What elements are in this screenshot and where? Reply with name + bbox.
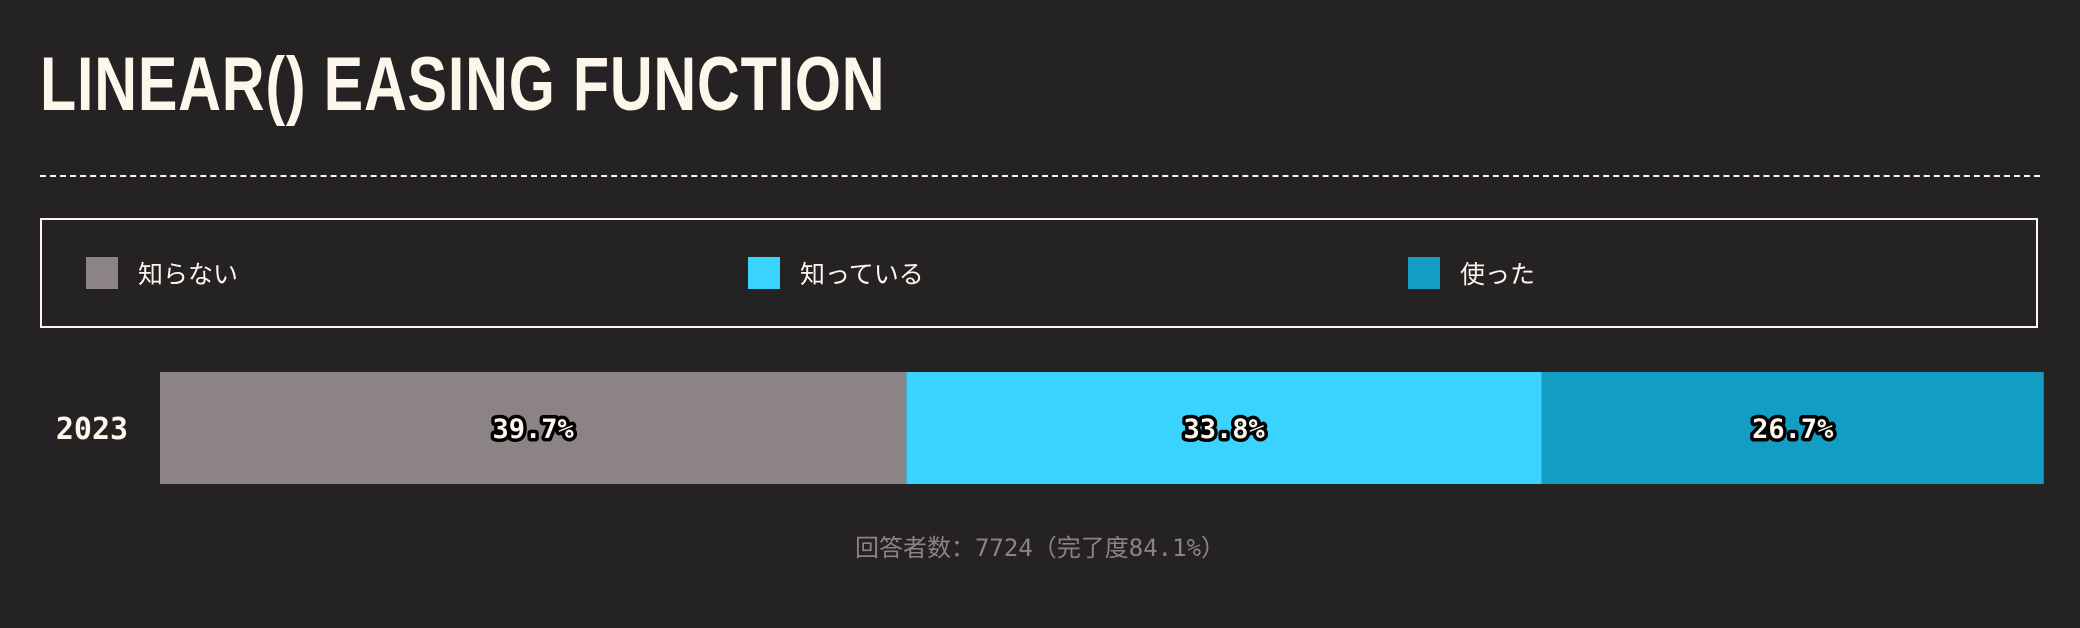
legend-item-dont-know: 知らない bbox=[86, 220, 238, 326]
footnote-prefix: 回答者数： bbox=[854, 534, 975, 562]
chart-title: LINEAR() EASING FUNCTION bbox=[40, 42, 886, 127]
legend-label-used: 使った bbox=[1460, 260, 1536, 289]
completion-rate: 84.1% bbox=[1128, 534, 1202, 562]
respondent-footnote: 回答者数：7724（完了度84.1%） bbox=[0, 528, 2080, 563]
category-label-2023: 2023 bbox=[56, 412, 128, 447]
data-label-dont-know: 39.7% bbox=[493, 414, 575, 445]
footnote-suffix: ） bbox=[1201, 534, 1226, 562]
legend-label-know: 知っている bbox=[800, 260, 924, 289]
stacked-bar-chart: 2023 39.7% 33.8% 26.7% bbox=[56, 372, 2044, 484]
footnote-middle: （完了度 bbox=[1032, 534, 1129, 562]
respondent-count: 7724 bbox=[974, 534, 1033, 562]
title-divider bbox=[40, 175, 2040, 177]
legend-swatch-dont-know bbox=[86, 257, 118, 289]
legend-swatch-know bbox=[748, 257, 780, 289]
legend-item-know: 知っている bbox=[748, 220, 924, 326]
data-label-used: 26.7% bbox=[1752, 414, 1834, 445]
legend-label-dont-know: 知らない bbox=[138, 260, 239, 289]
data-label-know: 33.8% bbox=[1183, 414, 1265, 445]
chart-legend: 知らない 知っている 使った bbox=[40, 218, 2038, 328]
legend-swatch-used bbox=[1408, 257, 1440, 289]
legend-item-used: 使った bbox=[1408, 220, 1535, 326]
